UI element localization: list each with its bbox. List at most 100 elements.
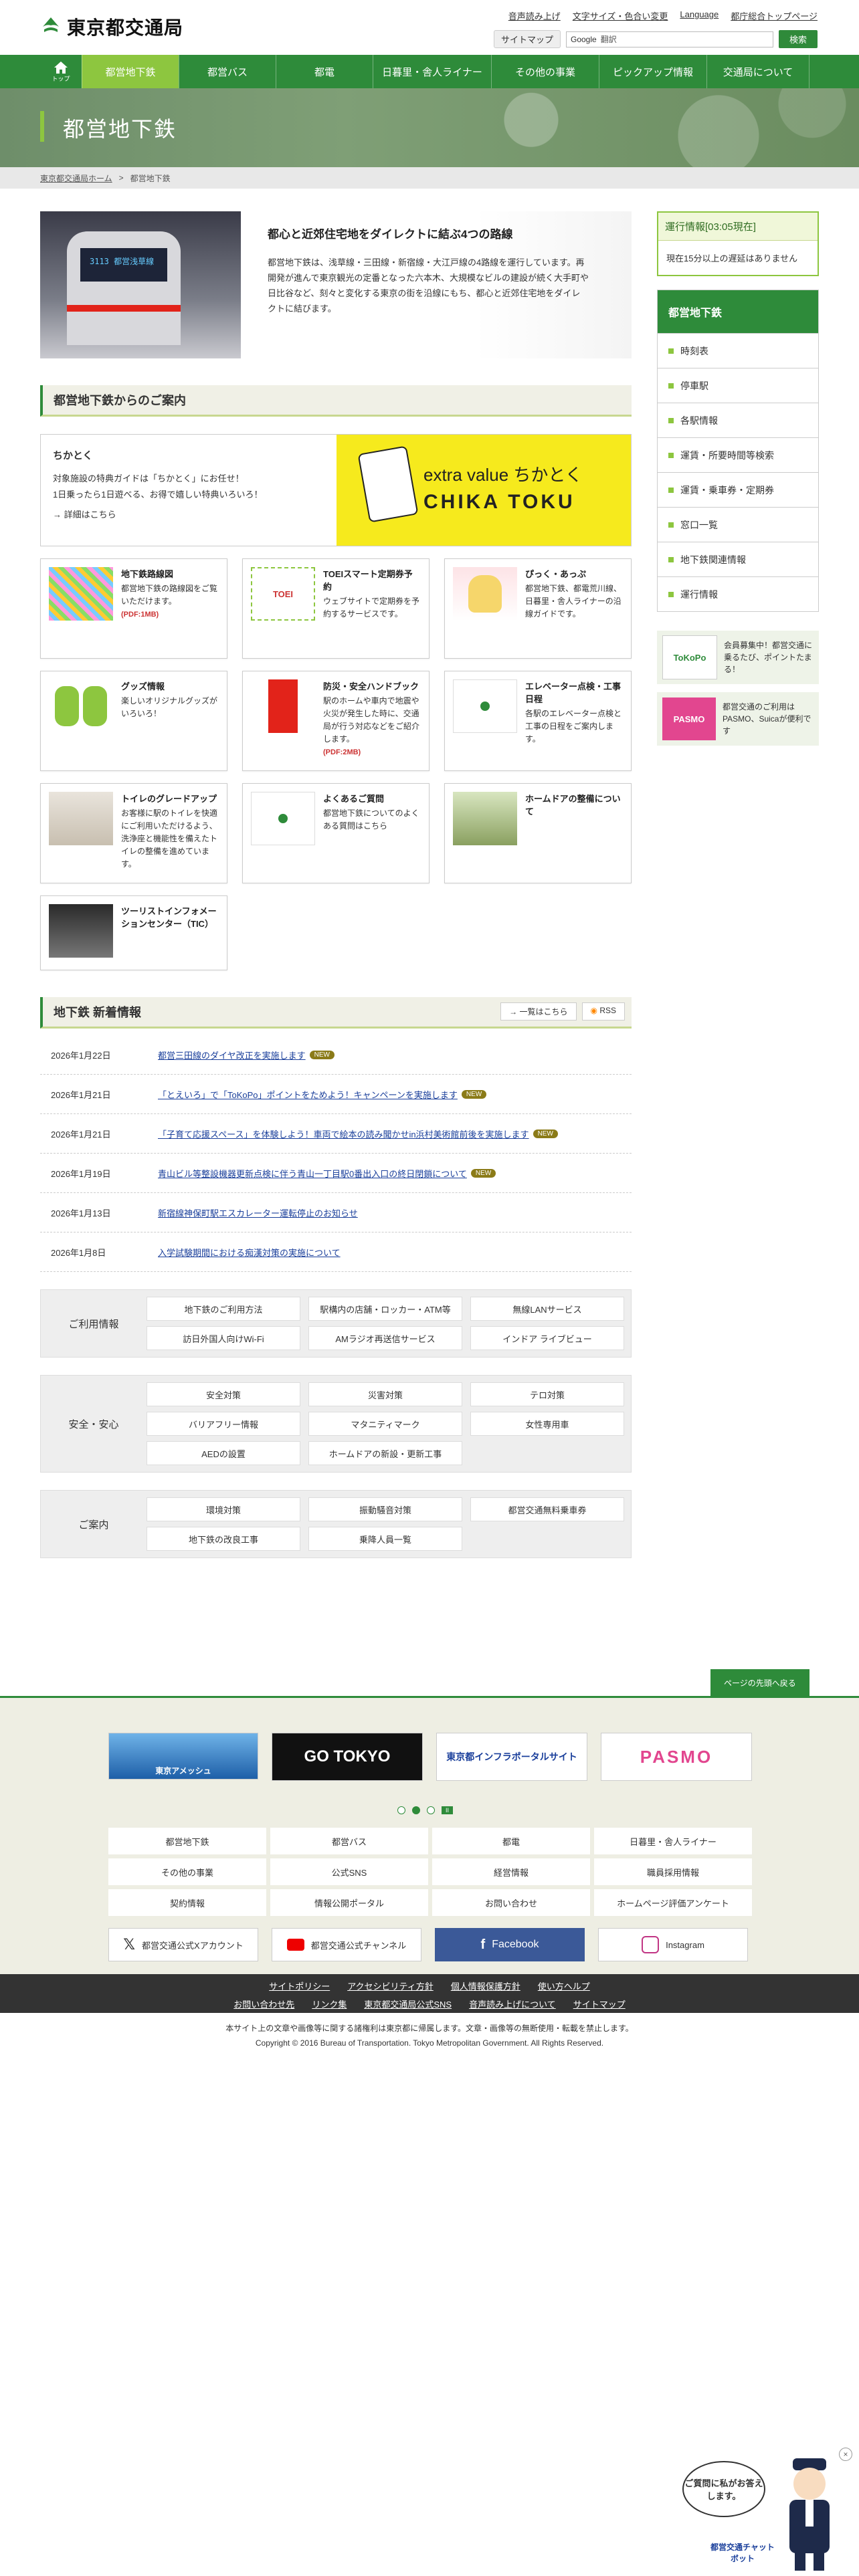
sidebar-item-counters[interactable]: 窓口一覧 bbox=[658, 507, 818, 542]
sidebar-item-timetable[interactable]: 時刻表 bbox=[658, 333, 818, 368]
category-link[interactable]: 乗降人員一覧 bbox=[308, 1527, 462, 1551]
pause-icon[interactable]: II bbox=[442, 1806, 454, 1814]
footer-banner-gotokyo[interactable]: GO TOKYO bbox=[272, 1733, 423, 1781]
bottom-link[interactable]: 使い方ヘルプ bbox=[538, 1979, 590, 1992]
chikatoku-detail-link[interactable]: → 詳細はこちら bbox=[53, 507, 324, 523]
chikatoku-banner[interactable]: extra value ちかとく CHIKA TOKU bbox=[337, 435, 631, 546]
card-elevator[interactable]: エレベーター点検・工事日程 各駅のエレベーター点検と工事の日程をご案内します。 bbox=[444, 671, 632, 771]
card-platform-door[interactable]: ホームドアの整備について bbox=[444, 783, 632, 883]
news-list-button[interactable]: → 一覧はこちら bbox=[500, 1002, 577, 1021]
footer-link[interactable]: 都電 bbox=[432, 1828, 590, 1854]
footer-link[interactable]: 情報公開ポータル bbox=[270, 1889, 428, 1916]
sidebar-menu-title[interactable]: 都営地下鉄 bbox=[658, 290, 818, 333]
news-link[interactable]: 「子育て応援スペース」を体験しよう！車両で絵本の読み聞かせin浜村美術館前後を実… bbox=[158, 1128, 529, 1140]
footer-banner-pasmo[interactable]: PASMO bbox=[601, 1733, 752, 1781]
footer-link[interactable]: 都営バス bbox=[270, 1828, 428, 1854]
news-link[interactable]: 入学試験期間における痴漢対策の実施について bbox=[158, 1246, 341, 1259]
card-route-map[interactable]: 地下鉄路線図 都営地下鉄の路線図をご覧いただけます。 (PDF:1MB) bbox=[40, 558, 227, 659]
carousel-dot-active[interactable] bbox=[412, 1806, 420, 1814]
footer-link[interactable]: ホームページ評価アンケート bbox=[594, 1889, 752, 1916]
category-link[interactable]: 都営交通無料乗車券 bbox=[470, 1497, 624, 1521]
category-link[interactable]: 災害対策 bbox=[308, 1382, 462, 1406]
nav-item-other[interactable]: その他の事業 bbox=[491, 55, 599, 88]
news-link[interactable]: 「とえいろ」で「ToKoPo」ポイントをためよう！キャンペーンを実施します bbox=[158, 1088, 458, 1101]
chatbot-bubble[interactable]: ご質問に私がお答えします。 bbox=[682, 2461, 765, 2517]
category-link[interactable]: 訪日外国人向けWi-Fi bbox=[147, 1326, 300, 1350]
nav-item-pickup[interactable]: ピックアップ情報 bbox=[599, 55, 706, 88]
card-smart-pass[interactable]: TOEI TOEIスマート定期券予約 ウェブサイトで定期券を予約するサービスです。 bbox=[242, 558, 430, 659]
category-link[interactable]: マタニティマーク bbox=[308, 1412, 462, 1436]
bottom-link[interactable]: お問い合わせ先 bbox=[233, 1998, 294, 2010]
card-goods[interactable]: グッズ情報 楽しいオリジナルグッズがいろいろ！ bbox=[40, 671, 227, 771]
util-link-voice[interactable]: 音声読み上げ bbox=[508, 9, 561, 22]
pasmo-promo[interactable]: PASMO 都営交通のご利用はPASMO、Suicaが便利です bbox=[657, 692, 819, 746]
nav-item-about[interactable]: 交通局について bbox=[706, 55, 809, 88]
tokopo-promo[interactable]: ToKoPo 会員募集中！都営交通に乗るたび、ポイントたまる！ bbox=[657, 631, 819, 684]
sidebar-item-operation[interactable]: 運行情報 bbox=[658, 576, 818, 611]
sidebar-item-stops[interactable]: 停車駅 bbox=[658, 368, 818, 403]
card-pickup[interactable]: ぴっく・あっぷ 都営地下鉄、都電荒川線、日暮里・舎人ライナーの沿線ガイドです。 bbox=[444, 558, 632, 659]
footer-banner-amesh[interactable]: 東京アメッシュ bbox=[108, 1733, 258, 1780]
back-to-top-button[interactable]: ページの先頭へ戻る bbox=[710, 1669, 809, 1697]
util-link-tocho[interactable]: 都庁総合トップページ bbox=[731, 9, 818, 22]
bottom-link[interactable]: リンク集 bbox=[312, 1998, 347, 2010]
site-logo[interactable]: 東京都交通局 bbox=[40, 13, 183, 40]
footer-link[interactable]: 公式SNS bbox=[270, 1858, 428, 1885]
rss-button[interactable]: ◉ RSS bbox=[581, 1002, 625, 1021]
footer-banner-infra[interactable]: 東京都インフラポータルサイト bbox=[436, 1733, 587, 1781]
sidebar-item-fare-search[interactable]: 運賃・所要時間等検索 bbox=[658, 437, 818, 472]
category-link[interactable]: インドア ライブビュー bbox=[470, 1326, 624, 1350]
bottom-link[interactable]: 音声読み上げについて bbox=[469, 1998, 556, 2010]
nav-home[interactable]: トップ bbox=[40, 55, 82, 88]
footer-link[interactable]: 職員採用情報 bbox=[594, 1858, 752, 1885]
category-link[interactable]: 振動騒音対策 bbox=[308, 1497, 462, 1521]
category-link[interactable]: ホームドアの新設・更新工事 bbox=[308, 1441, 462, 1465]
sidebar-item-stations[interactable]: 各駅情報 bbox=[658, 403, 818, 437]
util-link-language[interactable]: Language bbox=[680, 9, 719, 22]
bottom-link[interactable]: 個人情報保護方針 bbox=[451, 1979, 520, 1992]
category-link[interactable]: AMラジオ再送信サービス bbox=[308, 1326, 462, 1350]
bottom-link[interactable]: アクセシビリティ方針 bbox=[347, 1979, 434, 1992]
footer-link[interactable]: 日暮里・舎人ライナー bbox=[594, 1828, 752, 1854]
bottom-link[interactable]: 東京都交通局公式SNS bbox=[364, 1998, 452, 2010]
chatbot-widget[interactable]: ご質問に私がお答えします。 × 都営交通チャットボット bbox=[682, 2448, 856, 2575]
news-link[interactable]: 都営三田線のダイヤ改正を実施します bbox=[158, 1049, 306, 1061]
operation-info-box[interactable]: 運行情報[03:05現在] 現在15分以上の遅延はありません bbox=[657, 211, 819, 276]
carousel-dot[interactable] bbox=[397, 1806, 405, 1814]
card-toilet[interactable]: トイレのグレードアップ お客様に駅のトイレを快適にご利用いただけるよう、洗浄座と機… bbox=[40, 783, 227, 883]
sns-facebook-link[interactable]: f Facebook bbox=[435, 1928, 585, 1961]
category-link[interactable]: バリアフリー情報 bbox=[147, 1412, 300, 1436]
nav-item-liner[interactable]: 日暮里・舎人ライナー bbox=[373, 55, 491, 88]
footer-link[interactable]: お問い合わせ bbox=[432, 1889, 590, 1916]
category-link[interactable]: 安全対策 bbox=[147, 1382, 300, 1406]
search-button[interactable]: 検索 bbox=[778, 30, 818, 48]
chatbot-close-icon[interactable]: × bbox=[839, 2448, 852, 2461]
news-link[interactable]: 新宿線神保町駅エスカレーター運転停止のお知らせ bbox=[158, 1206, 358, 1219]
category-link[interactable]: 環境対策 bbox=[147, 1497, 300, 1521]
nav-item-bus[interactable]: 都営バス bbox=[179, 55, 276, 88]
category-link[interactable]: テロ対策 bbox=[470, 1382, 624, 1406]
sidebar-item-related[interactable]: 地下鉄関連情報 bbox=[658, 542, 818, 576]
category-link[interactable]: 駅構内の店舗・ロッカー・ATM等 bbox=[308, 1297, 462, 1321]
footer-link[interactable]: 経営情報 bbox=[432, 1858, 590, 1885]
category-link[interactable]: 女性専用車 bbox=[470, 1412, 624, 1436]
nav-item-toden[interactable]: 都電 bbox=[276, 55, 373, 88]
category-link[interactable]: 地下鉄の改良工事 bbox=[147, 1527, 300, 1551]
util-link-font[interactable]: 文字サイズ・色合い変更 bbox=[573, 9, 668, 22]
breadcrumb-home[interactable]: 東京都交通局ホーム bbox=[40, 173, 112, 184]
card-tic[interactable]: ツーリストインフォメーションセンター（TIC） bbox=[40, 895, 227, 970]
sns-instagram-link[interactable]: Instagram bbox=[598, 1928, 748, 1961]
search-input[interactable]: Google 翻訳 bbox=[565, 31, 773, 47]
footer-link[interactable]: その他の事業 bbox=[108, 1858, 266, 1885]
news-link[interactable]: 青山ビル等整設機器更新点検に伴う青山一丁目駅0番出入口の終日閉鎖について bbox=[158, 1167, 467, 1180]
sitemap-button[interactable]: サイトマップ bbox=[493, 30, 561, 48]
bottom-link[interactable]: サイトポリシー bbox=[269, 1979, 330, 1992]
sns-x-link[interactable]: 𝕏 都営交通公式Xアカウント bbox=[108, 1928, 258, 1961]
bottom-link[interactable]: サイトマップ bbox=[573, 1998, 626, 2010]
category-link[interactable]: AEDの設置 bbox=[147, 1441, 300, 1465]
footer-link[interactable]: 契約情報 bbox=[108, 1889, 266, 1916]
chikatoku-card[interactable]: ちかとく 対象施設の特典ガイドは「ちかとく」にお任せ！ 1日乗ったら1日遊べる、… bbox=[40, 434, 632, 546]
sidebar-item-tickets[interactable]: 運賃・乗車券・定期券 bbox=[658, 472, 818, 507]
carousel-dot[interactable] bbox=[427, 1806, 435, 1814]
category-link[interactable]: 地下鉄のご利用方法 bbox=[147, 1297, 300, 1321]
